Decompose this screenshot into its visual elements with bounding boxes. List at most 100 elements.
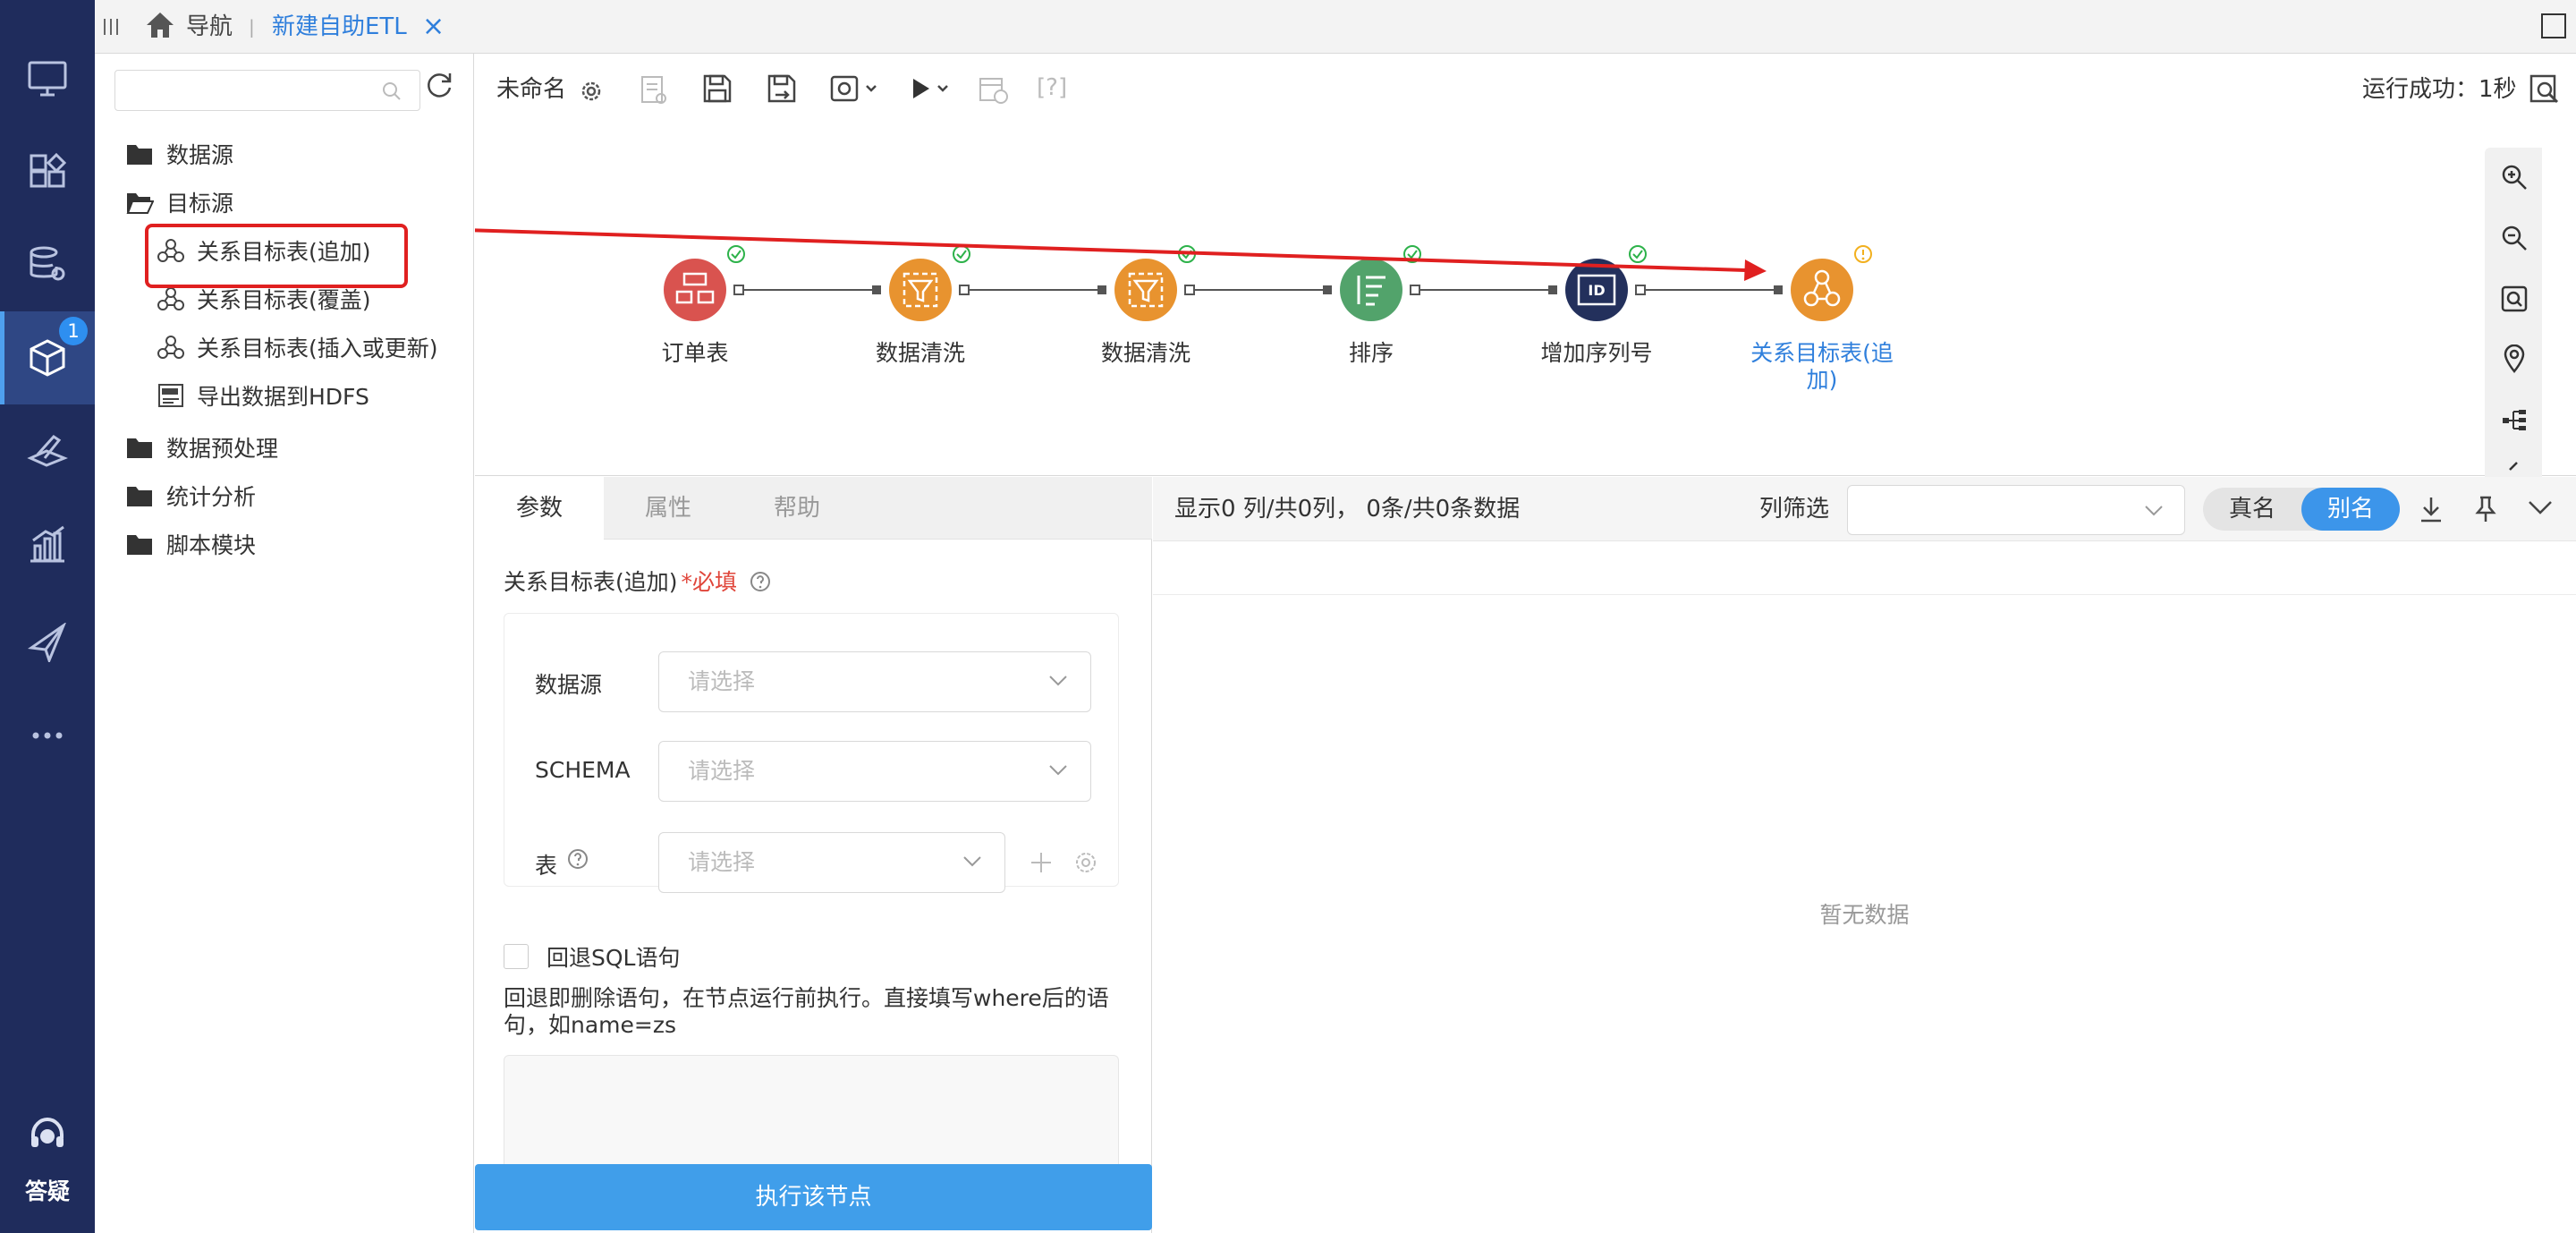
tab-params[interactable]: 参数: [475, 477, 604, 540]
add-table-icon[interactable]: [1029, 850, 1054, 875]
table-settings-gear-icon[interactable]: [1073, 850, 1098, 875]
field-label-schema: SCHEMA: [535, 757, 631, 783]
rollback-sql-textarea[interactable]: [504, 1055, 1119, 1171]
schema-select[interactable]: 请选择: [658, 741, 1091, 802]
flow-node-label: 数据清洗: [1100, 340, 1191, 366]
maximize-icon[interactable]: [2540, 13, 2567, 39]
tree-item-relational-upsert[interactable]: 关系目标表(插入或更新): [157, 329, 438, 365]
flow-edge: [1410, 285, 1557, 295]
nav-help[interactable]: [0, 1097, 95, 1172]
chevron-down-icon: [1049, 765, 1067, 776]
folder-icon: [127, 535, 152, 555]
rollback-hint: 回退即删除语句，在节点运行前执行。直接填写where后的语句，如name=zs: [504, 985, 1109, 1038]
flow-node-label: 数据清洗: [875, 340, 965, 366]
tree-search-input[interactable]: [114, 70, 420, 111]
flow-node-relational-append[interactable]: [1791, 245, 1872, 321]
home-nav-label[interactable]: 导航: [186, 0, 233, 54]
refresh-icon[interactable]: [424, 70, 454, 100]
tab-new-etl[interactable]: 新建自助ETL: [272, 0, 407, 54]
rollback-sql-checkbox[interactable]: [504, 944, 529, 969]
toggle-alias[interactable]: 别名: [2301, 488, 2400, 531]
flow-node-label: 订单表: [661, 340, 729, 366]
flow-canvas[interactable]: 未命名 [?] 运行成功：1秒 ID 订单表 数据清洗 数据清洗 排序 增加序列…: [475, 54, 2576, 477]
question-circle-icon[interactable]: [567, 848, 589, 870]
nav-analysis[interactable]: [0, 497, 95, 591]
nav-dashboard[interactable]: [0, 125, 95, 218]
column-filter-select[interactable]: [1847, 485, 2185, 535]
tree-item-export-hdfs[interactable]: 导出数据到HDFS: [157, 378, 369, 413]
fit-view-icon[interactable]: [2501, 285, 2528, 312]
nav-more[interactable]: [0, 689, 95, 782]
flow-edge: [1635, 285, 1783, 295]
help-label[interactable]: 答疑: [0, 1174, 95, 1206]
rollback-sql-label: 回退SQL语句: [547, 945, 681, 971]
grid-diamond-icon: [30, 153, 66, 188]
tree-folder-datasource[interactable]: 数据源: [125, 136, 233, 172]
required-mark: *必填: [681, 569, 738, 595]
name-mode-toggle[interactable]: 真名 别名: [2203, 488, 2400, 531]
nav-publish[interactable]: [0, 596, 95, 689]
headset-icon: [31, 1117, 64, 1147]
svg-text:ID: ID: [1588, 282, 1605, 299]
main-nav: 1 答疑: [0, 0, 95, 1233]
flow-diagram: ID: [475, 228, 1872, 321]
nav-model[interactable]: [0, 404, 95, 497]
chevron-down-icon: [2145, 506, 2163, 516]
field-label-table: 表: [535, 853, 558, 879]
tree-folder-target[interactable]: 目标源: [125, 184, 233, 220]
flow-node-add-sequence[interactable]: ID: [1565, 245, 1647, 321]
relational-target-icon: [157, 336, 184, 359]
collapse-chevron-icon[interactable]: [2503, 461, 2524, 473]
tab-help[interactable]: 帮助: [733, 477, 861, 540]
locate-pin-icon[interactable]: [2503, 344, 2526, 373]
relational-target-icon: [157, 287, 184, 310]
params-form: 数据源 请选择 SCHEMA 请选择 表 请选择: [504, 613, 1119, 893]
question-circle-icon[interactable]: [750, 571, 771, 592]
toggle-real-name[interactable]: 真名: [2203, 488, 2301, 531]
highlight-annotation-box: [145, 224, 408, 288]
flow-node-clean-2[interactable]: [1114, 245, 1196, 321]
collapse-chevron-down-icon[interactable]: [2527, 498, 2554, 516]
home-icon[interactable]: [145, 11, 175, 39]
nav-desktop[interactable]: [0, 32, 95, 125]
folder-open-icon: [126, 193, 154, 214]
folder-icon: [127, 438, 152, 458]
flow-node-label-selected: 关系目标表(追加): [1750, 340, 1894, 393]
folder-icon: [127, 145, 152, 165]
zoom-out-icon[interactable]: [2501, 225, 2528, 251]
monitor-icon: [28, 61, 67, 97]
menu-lines-icon[interactable]: [102, 17, 120, 37]
tree-folder-preprocess[interactable]: 数据预处理: [125, 429, 278, 465]
zoom-in-icon[interactable]: [2501, 164, 2528, 191]
pin-icon[interactable]: [2473, 495, 2498, 523]
chevron-down-icon: [963, 856, 981, 867]
table-select[interactable]: 请选择: [658, 832, 1005, 893]
database-gear-icon: [30, 246, 65, 281]
folder-icon: [127, 487, 152, 506]
datasource-select[interactable]: 请选择: [658, 651, 1091, 712]
preview-toolbar: 显示0 列/共0列， 0条/共0条数据 列筛选 真名 别名: [1153, 477, 2576, 541]
flow-node-clean-1[interactable]: [889, 245, 970, 321]
field-label-datasource: 数据源: [535, 672, 603, 698]
data-preview-panel: 显示0 列/共0列， 0条/共0条数据 列筛选 真名 别名 暂无数据: [1153, 477, 2576, 1233]
download-icon[interactable]: [2418, 495, 2445, 523]
nav-database[interactable]: [0, 218, 95, 311]
tree-folder-scripts[interactable]: 脚本模块: [125, 526, 256, 562]
tab-close-icon[interactable]: ×: [422, 0, 445, 54]
layout-tree-icon[interactable]: [2501, 407, 2528, 434]
cube-icon: [30, 339, 65, 377]
title-bar: 导航 | 新建自助ETL ×: [95, 0, 2576, 54]
preview-summary: 显示0 列/共0列， 0条/共0条数据: [1174, 496, 1521, 523]
tab-properties[interactable]: 属性: [604, 477, 733, 540]
flow-edge: [959, 285, 1106, 295]
run-node-button[interactable]: 执行该节点: [475, 1164, 1152, 1230]
flow-node-order-table[interactable]: [664, 245, 745, 321]
params-tabs: 参数 属性 帮助: [475, 477, 1152, 540]
component-tree: 数据源 目标源 关系目标表(追加) 关系目标表(覆盖) 关系目标表(插入或更新)…: [95, 54, 474, 1233]
params-title: 关系目标表(追加) *必填: [504, 565, 771, 597]
canvas-zoom-toolbar: [2485, 148, 2542, 477]
tree-folder-statistics[interactable]: 统计分析: [125, 478, 256, 514]
flow-edge: [1184, 285, 1332, 295]
chevron-down-icon: [1049, 676, 1067, 686]
log-search-icon[interactable]: [2529, 73, 2561, 106]
